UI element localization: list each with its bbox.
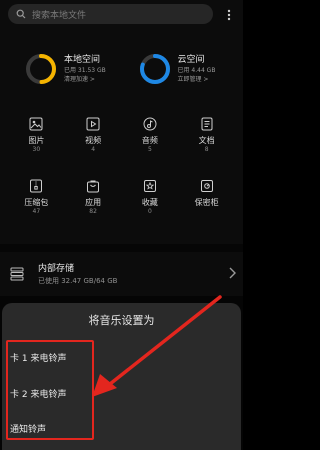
category-archives[interactable]: 压缩包 47 bbox=[8, 168, 65, 230]
category-count: 30 bbox=[32, 146, 41, 153]
archive-icon bbox=[28, 178, 44, 194]
search-bar[interactable]: 搜索本地文件 bbox=[8, 4, 213, 24]
category-images[interactable]: 图片 30 bbox=[8, 106, 65, 168]
category-count: 5 bbox=[147, 146, 152, 153]
local-space-used: 已用 31.53 GB bbox=[64, 67, 106, 74]
category-label: 收藏 bbox=[141, 198, 158, 207]
category-count: 47 bbox=[32, 208, 41, 215]
cloud-space-used: 已用 4.44 GB bbox=[177, 67, 216, 74]
category-favorites[interactable]: 收藏 0 bbox=[122, 168, 179, 230]
category-count: 0 bbox=[147, 208, 152, 215]
local-space-action[interactable]: 清理加速 > bbox=[64, 75, 106, 84]
local-space-card[interactable]: 本地空间 已用 31.53 GB 清理加速 > bbox=[8, 34, 122, 104]
cloud-space-ring-icon bbox=[139, 54, 170, 84]
more-options-icon[interactable] bbox=[221, 7, 237, 23]
internal-storage-usage: 已使用 32.47 GB/64 GB bbox=[38, 276, 118, 285]
category-label: 文档 bbox=[198, 136, 215, 145]
app-icon bbox=[85, 178, 101, 194]
internal-storage-row[interactable]: 内部存储 已使用 32.47 GB/64 GB bbox=[0, 252, 243, 296]
category-grid: 图片 30 视频 4 音频 5 文档 8 压缩包 47 应用 82 收藏 0 保… bbox=[8, 106, 235, 230]
star-icon bbox=[142, 178, 158, 194]
category-safe[interactable]: 保密柜 bbox=[178, 168, 235, 230]
local-space-title: 本地空间 bbox=[64, 55, 101, 65]
cloud-space-title: 云空间 bbox=[177, 55, 205, 65]
sheet-title: 将音乐设置为 bbox=[88, 314, 155, 327]
local-space-ring-icon bbox=[26, 54, 56, 84]
category-label: 保密柜 bbox=[194, 198, 219, 207]
category-count: 8 bbox=[204, 146, 209, 153]
category-audio[interactable]: 音频 5 bbox=[122, 106, 179, 168]
category-apps[interactable]: 应用 82 bbox=[65, 168, 122, 230]
file-manager-screen: 搜索本地文件 本地空间 已用 31.53 GB 清理加速 > 云空间 已用 4.… bbox=[0, 0, 243, 450]
category-count: 4 bbox=[91, 146, 96, 153]
category-label: 压缩包 bbox=[24, 198, 49, 207]
section-divider bbox=[0, 244, 243, 252]
storage-icon bbox=[10, 267, 24, 281]
category-label: 图片 bbox=[28, 136, 45, 145]
search-icon bbox=[12, 5, 30, 23]
cloud-space-action[interactable]: 立即管理 > bbox=[178, 75, 216, 84]
cloud-space-card[interactable]: 云空间 已用 4.44 GB 立即管理 > bbox=[122, 34, 236, 104]
category-label: 应用 bbox=[85, 198, 102, 207]
safe-icon bbox=[199, 178, 215, 194]
category-videos[interactable]: 视频 4 bbox=[65, 106, 122, 168]
search-placeholder: 搜索本地文件 bbox=[32, 10, 87, 21]
storage-summary: 本地空间 已用 31.53 GB 清理加速 > 云空间 已用 4.44 GB 立… bbox=[8, 34, 235, 104]
category-documents[interactable]: 文档 8 bbox=[178, 106, 235, 168]
category-count: 82 bbox=[89, 208, 97, 215]
image-icon bbox=[28, 116, 44, 132]
document-icon bbox=[199, 116, 215, 132]
music-icon bbox=[142, 116, 158, 132]
category-label: 视频 bbox=[85, 136, 102, 145]
video-icon bbox=[85, 116, 101, 132]
options-highlight-box bbox=[6, 340, 94, 440]
chevron-right-icon bbox=[229, 267, 236, 279]
category-label: 音频 bbox=[141, 136, 158, 145]
internal-storage-title: 内部存储 bbox=[38, 263, 75, 274]
